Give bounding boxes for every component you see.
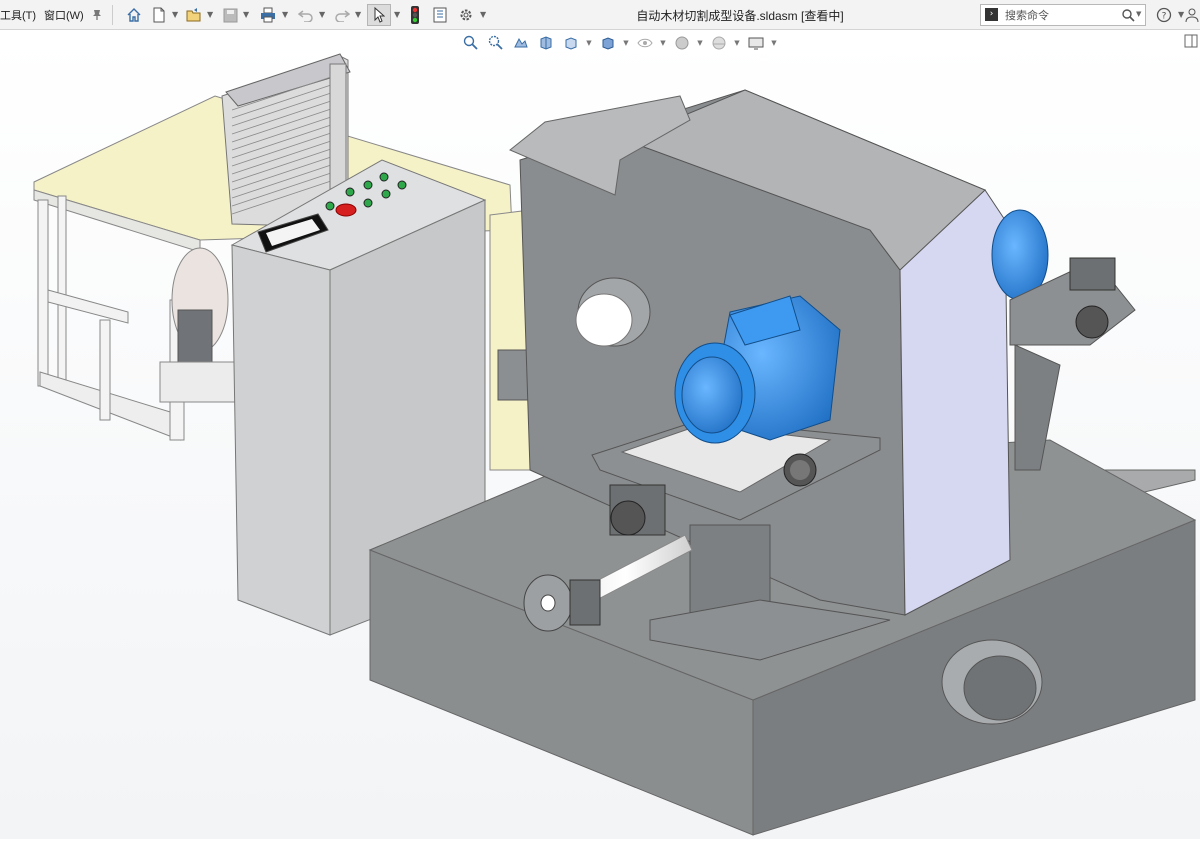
save-icon[interactable] xyxy=(220,4,240,26)
chevron-down-icon[interactable]: ▼ xyxy=(696,33,704,53)
options-icon[interactable] xyxy=(456,4,476,26)
pin-icon[interactable] xyxy=(88,4,106,26)
chevron-down-icon[interactable]: ▼ xyxy=(585,33,593,53)
open-icon[interactable] xyxy=(184,4,204,26)
undo-icon[interactable] xyxy=(296,4,316,26)
help-icon[interactable]: ? xyxy=(1154,4,1174,26)
task-pane-toggle[interactable] xyxy=(1184,34,1198,51)
appearance-icon[interactable] xyxy=(671,33,693,53)
chevron-down-icon[interactable]: ▼ xyxy=(172,10,178,19)
chevron-down-icon[interactable]: ▼ xyxy=(319,10,325,19)
title-bar: 工具(T) 窗口(W) ▼ ▼ ▼ ▼ ▼ ▼ ▼ ▼ 自动木材切割成型设备.s… xyxy=(0,0,1200,30)
chevron-down-icon[interactable]: ▼ xyxy=(733,33,741,53)
view-heads-up-toolbar: ▼ ▼ ▼ ▼ ▼ ▼ xyxy=(460,32,782,54)
chevron-down-icon[interactable]: ▼ xyxy=(659,33,667,53)
graphics-area[interactable] xyxy=(0,31,1200,839)
display-settings-icon[interactable] xyxy=(745,33,767,53)
assembly-model[interactable] xyxy=(0,31,1200,839)
account-icon[interactable] xyxy=(1184,4,1200,26)
previous-view-icon[interactable] xyxy=(510,33,532,53)
chevron-down-icon[interactable]: ▼ xyxy=(770,33,778,53)
section-view-icon[interactable] xyxy=(535,33,557,53)
hide-show-icon[interactable] xyxy=(634,33,656,53)
search-box[interactable]: › ▼ xyxy=(980,4,1146,26)
command-prompt-icon: › xyxy=(985,8,998,21)
chevron-down-icon[interactable]: ▼ xyxy=(243,10,249,19)
scene-icon[interactable] xyxy=(708,33,730,53)
chevron-down-icon[interactable]: ▼ xyxy=(282,10,288,19)
print-icon[interactable] xyxy=(258,4,278,26)
menu-window[interactable]: 窗口(W) xyxy=(44,7,84,23)
select-icon[interactable] xyxy=(367,4,391,26)
new-doc-icon[interactable] xyxy=(150,4,168,26)
menu-tools[interactable]: 工具(T) xyxy=(0,7,36,23)
chevron-down-icon[interactable]: ▼ xyxy=(480,10,486,19)
search-input[interactable] xyxy=(1003,7,1117,25)
redo-icon[interactable] xyxy=(332,4,352,26)
zoom-to-fit-icon[interactable] xyxy=(460,33,482,53)
zoom-area-icon[interactable] xyxy=(485,33,507,53)
view-orientation-icon[interactable] xyxy=(560,33,582,53)
chevron-down-icon[interactable]: ▼ xyxy=(355,10,361,19)
chevron-down-icon[interactable]: ▼ xyxy=(622,33,630,53)
toolbar-separator xyxy=(112,5,113,25)
file-properties-icon[interactable] xyxy=(430,4,450,26)
chevron-down-icon[interactable]: ▼ xyxy=(394,10,400,19)
search-icon[interactable] xyxy=(1121,7,1135,26)
chevron-down-icon[interactable]: ▼ xyxy=(1136,10,1141,18)
traffic-light-icon[interactable] xyxy=(406,4,424,26)
svg-text:?: ? xyxy=(1162,12,1167,22)
document-title: 自动木材切割成型设备.sldasm [查看中] xyxy=(636,9,844,23)
display-style-icon[interactable] xyxy=(597,33,619,53)
home-icon[interactable] xyxy=(124,4,144,26)
chevron-down-icon[interactable]: ▼ xyxy=(207,10,213,19)
task-pane-icon xyxy=(1184,34,1198,48)
